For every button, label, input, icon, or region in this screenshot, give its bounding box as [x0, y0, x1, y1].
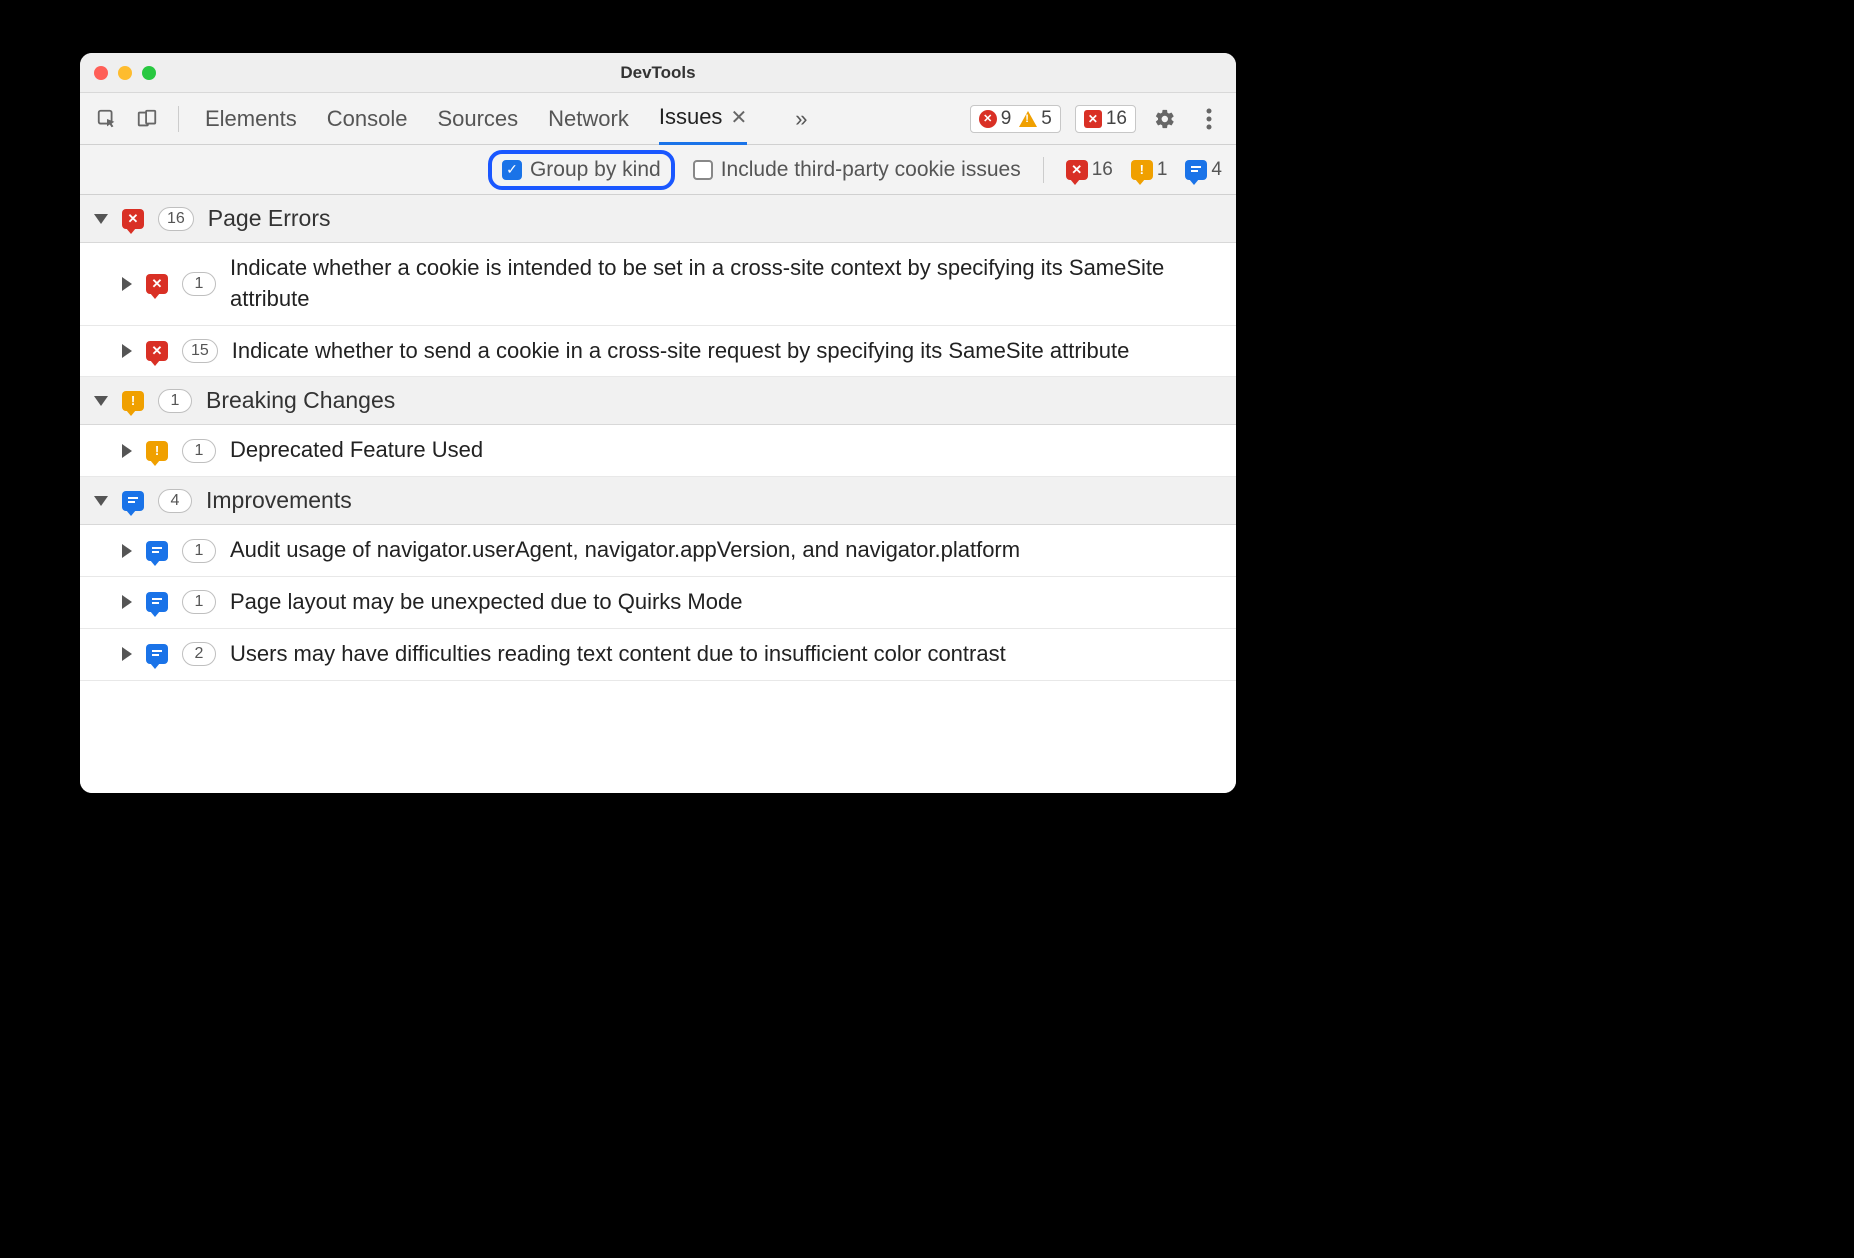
- chevron-right-icon: [122, 344, 132, 358]
- group-title: Page Errors: [208, 205, 331, 232]
- chevron-down-icon: [94, 396, 108, 406]
- chevron-right-icon: [122, 544, 132, 558]
- more-tabs-icon[interactable]: »: [795, 106, 807, 132]
- issue-title: Indicate whether to send a cookie in a c…: [232, 336, 1222, 367]
- toolbar-improvement-count: 4: [1211, 159, 1222, 181]
- issue-title: Page layout may be unexpected due to Qui…: [230, 587, 1222, 618]
- separator: [178, 106, 179, 132]
- issue-error-icon: ✕: [1084, 110, 1102, 128]
- page-error-icon: ✕: [146, 274, 168, 294]
- group-title: Breaking Changes: [206, 387, 395, 414]
- error-icon: ✕: [979, 110, 997, 128]
- tab-network[interactable]: Network: [548, 93, 629, 145]
- main-tabbar: Elements Console Sources Network Issues …: [80, 93, 1236, 145]
- warning-count: 5: [1041, 108, 1052, 130]
- group-by-kind-label: Group by kind: [530, 158, 661, 182]
- tab-issues[interactable]: Issues ✕: [659, 93, 747, 145]
- group-header-breaking-changes[interactable]: ! 1 Breaking Changes: [80, 377, 1236, 425]
- issue-row[interactable]: ✕ 15 Indicate whether to send a cookie i…: [80, 326, 1236, 378]
- group-header-page-errors[interactable]: ✕ 16 Page Errors: [80, 195, 1236, 243]
- tab-issues-label: Issues: [659, 104, 723, 130]
- toolbar-error-count: 16: [1092, 159, 1113, 181]
- chevron-right-icon: [122, 277, 132, 291]
- breaking-change-icon: !: [122, 391, 144, 411]
- improvement-icon: [122, 491, 144, 511]
- issue-title: Deprecated Feature Used: [230, 435, 1222, 466]
- breaking-change-icon: !: [1131, 160, 1153, 180]
- group-title: Improvements: [206, 487, 352, 514]
- issue-title: Audit usage of navigator.userAgent, navi…: [230, 535, 1222, 566]
- issue-error-count: 16: [1106, 108, 1127, 130]
- settings-icon[interactable]: [1150, 104, 1180, 134]
- group-count: 16: [158, 207, 194, 231]
- checkbox-unchecked-icon: [693, 160, 713, 180]
- more-options-icon[interactable]: [1194, 104, 1224, 134]
- include-third-party-checkbox[interactable]: Include third-party cookie issues: [693, 158, 1021, 182]
- toolbar-warning-count: 1: [1157, 159, 1168, 181]
- group-by-kind-checkbox[interactable]: ✓ Group by kind: [488, 150, 675, 190]
- chevron-down-icon: [94, 214, 108, 224]
- improvement-icon: [146, 592, 168, 612]
- issue-title: Users may have difficulties reading text…: [230, 639, 1222, 670]
- issue-count: 2: [182, 642, 216, 666]
- breaking-change-icon: !: [146, 441, 168, 461]
- error-count: 9: [1001, 108, 1012, 130]
- window-title: DevTools: [80, 63, 1236, 83]
- console-status-pill[interactable]: ✕9 5: [970, 105, 1061, 133]
- close-window-button[interactable]: [94, 66, 108, 80]
- separator: [1043, 157, 1044, 183]
- close-tab-icon[interactable]: ✕: [730, 105, 747, 130]
- improvement-icon: [1185, 160, 1207, 180]
- chevron-right-icon: [122, 647, 132, 661]
- group-header-improvements[interactable]: 4 Improvements: [80, 477, 1236, 525]
- checkbox-checked-icon: ✓: [502, 160, 522, 180]
- page-error-icon: ✕: [146, 341, 168, 361]
- tab-console[interactable]: Console: [327, 93, 408, 145]
- titlebar: DevTools: [80, 53, 1236, 93]
- issue-title: Indicate whether a cookie is intended to…: [230, 253, 1222, 315]
- inspect-element-icon[interactable]: [92, 104, 122, 134]
- issues-toolbar: ✓ Group by kind Include third-party cook…: [80, 145, 1236, 195]
- issue-count: 1: [182, 539, 216, 563]
- tabbar-right: ✕9 5 ✕16: [970, 104, 1224, 134]
- page-error-icon: ✕: [122, 209, 144, 229]
- warning-icon: [1019, 111, 1037, 127]
- issue-row[interactable]: 2 Users may have difficulties reading te…: [80, 629, 1236, 681]
- device-toolbar-icon[interactable]: [132, 104, 162, 134]
- window-controls: [94, 66, 156, 80]
- improvement-icon: [146, 541, 168, 561]
- tab-elements[interactable]: Elements: [205, 93, 297, 145]
- issue-row[interactable]: 1 Page layout may be unexpected due to Q…: [80, 577, 1236, 629]
- issues-status-pill[interactable]: ✕16: [1075, 105, 1136, 133]
- zoom-window-button[interactable]: [142, 66, 156, 80]
- chevron-right-icon: [122, 444, 132, 458]
- include-third-party-label: Include third-party cookie issues: [721, 158, 1021, 182]
- page-error-icon: ✕: [1066, 160, 1088, 180]
- issue-row[interactable]: ! 1 Deprecated Feature Used: [80, 425, 1236, 477]
- group-count: 4: [158, 489, 192, 513]
- tab-sources[interactable]: Sources: [437, 93, 518, 145]
- chevron-right-icon: [122, 595, 132, 609]
- issues-list: ✕ 16 Page Errors ✕ 1 Indicate whether a …: [80, 195, 1236, 793]
- issue-row[interactable]: 1 Audit usage of navigator.userAgent, na…: [80, 525, 1236, 577]
- issue-count: 15: [182, 339, 218, 363]
- issue-row[interactable]: ✕ 1 Indicate whether a cookie is intende…: [80, 243, 1236, 326]
- minimize-window-button[interactable]: [118, 66, 132, 80]
- improvement-icon: [146, 644, 168, 664]
- issue-count: 1: [182, 272, 216, 296]
- issue-count: 1: [182, 439, 216, 463]
- devtools-window: DevTools Elements Console Sources Networ…: [80, 53, 1236, 793]
- group-count: 1: [158, 389, 192, 413]
- chevron-down-icon: [94, 496, 108, 506]
- panel-tabs: Elements Console Sources Network Issues …: [205, 93, 807, 145]
- issue-count: 1: [182, 590, 216, 614]
